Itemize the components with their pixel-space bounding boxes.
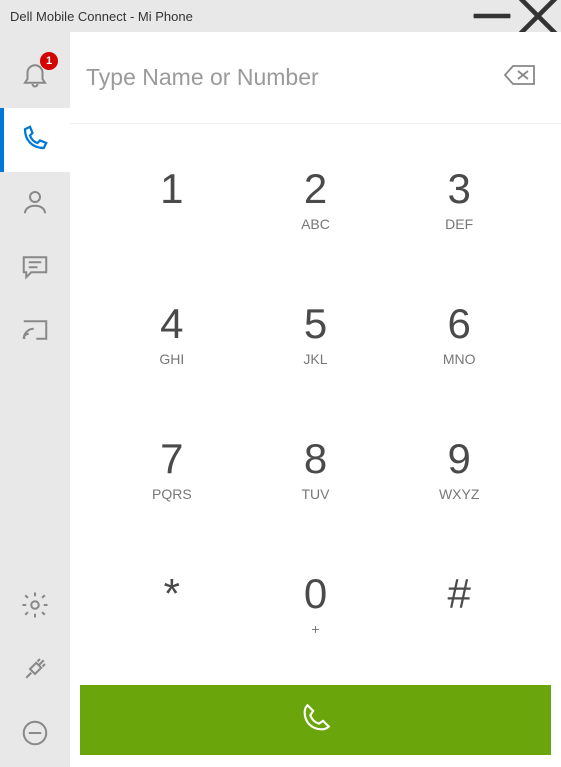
key-6[interactable]: 6 MNO — [387, 269, 531, 404]
key-digit: 5 — [304, 303, 327, 345]
key-digit: 1 — [160, 168, 183, 210]
key-digit: 8 — [304, 438, 327, 480]
key-digit: 0 — [304, 573, 327, 615]
dialer-panel: 1 2 ABC 3 DEF 4 GHI 5 JKL 6 MNO — [70, 32, 561, 767]
sidebar-item-contacts[interactable] — [0, 172, 70, 236]
sidebar-item-link[interactable] — [0, 639, 70, 703]
sidebar-item-mirroring[interactable] — [0, 300, 70, 364]
message-icon — [20, 251, 50, 286]
close-button[interactable] — [515, 0, 561, 32]
key-digit: # — [447, 573, 470, 615]
key-digit: 4 — [160, 303, 183, 345]
key-0[interactable]: 0 + — [244, 538, 388, 673]
key-digit: * — [164, 573, 180, 615]
dial-input-row — [70, 32, 561, 124]
do-not-disturb-icon — [20, 718, 50, 753]
key-letters: MNO — [443, 351, 476, 369]
key-letters: GHI — [159, 351, 184, 369]
minimize-button[interactable] — [469, 0, 515, 32]
window-titlebar: Dell Mobile Connect - Mi Phone — [0, 0, 561, 32]
plug-icon — [20, 654, 50, 689]
window-title: Dell Mobile Connect - Mi Phone — [10, 9, 469, 24]
key-7[interactable]: 7 PQRS — [100, 404, 244, 539]
phone-icon — [20, 123, 50, 158]
person-icon — [20, 187, 50, 222]
key-letters: TUV — [301, 486, 329, 504]
dialpad: 1 2 ABC 3 DEF 4 GHI 5 JKL 6 MNO — [70, 124, 561, 673]
sidebar-item-notifications[interactable]: 1 — [0, 44, 70, 108]
key-letters: JKL — [303, 351, 327, 369]
key-letters: PQRS — [152, 486, 192, 504]
sidebar-item-messages[interactable] — [0, 236, 70, 300]
key-digit: 6 — [447, 303, 470, 345]
key-letters: ABC — [301, 216, 330, 234]
notification-badge: 1 — [40, 52, 58, 70]
backspace-icon — [503, 63, 537, 92]
dial-input[interactable] — [86, 64, 503, 91]
key-letters: WXYZ — [439, 486, 479, 504]
call-button[interactable] — [80, 685, 551, 755]
sidebar: 1 — [0, 32, 70, 767]
key-hash[interactable]: # — [387, 538, 531, 673]
key-5[interactable]: 5 JKL — [244, 269, 388, 404]
sidebar-item-calls[interactable] — [0, 108, 70, 172]
gear-icon — [20, 590, 50, 625]
key-1[interactable]: 1 — [100, 134, 244, 269]
cast-icon — [20, 315, 50, 350]
key-8[interactable]: 8 TUV — [244, 404, 388, 539]
key-3[interactable]: 3 DEF — [387, 134, 531, 269]
key-letters: + — [311, 621, 319, 639]
key-digit: 3 — [447, 168, 470, 210]
key-2[interactable]: 2 ABC — [244, 134, 388, 269]
key-4[interactable]: 4 GHI — [100, 269, 244, 404]
key-9[interactable]: 9 WXYZ — [387, 404, 531, 539]
sidebar-item-settings[interactable] — [0, 575, 70, 639]
key-star[interactable]: * — [100, 538, 244, 673]
key-letters: DEF — [445, 216, 473, 234]
key-digit: 7 — [160, 438, 183, 480]
key-digit: 2 — [304, 168, 327, 210]
call-icon — [299, 701, 333, 740]
backspace-button[interactable] — [503, 63, 537, 92]
key-digit: 9 — [447, 438, 470, 480]
sidebar-item-dnd[interactable] — [0, 703, 70, 767]
